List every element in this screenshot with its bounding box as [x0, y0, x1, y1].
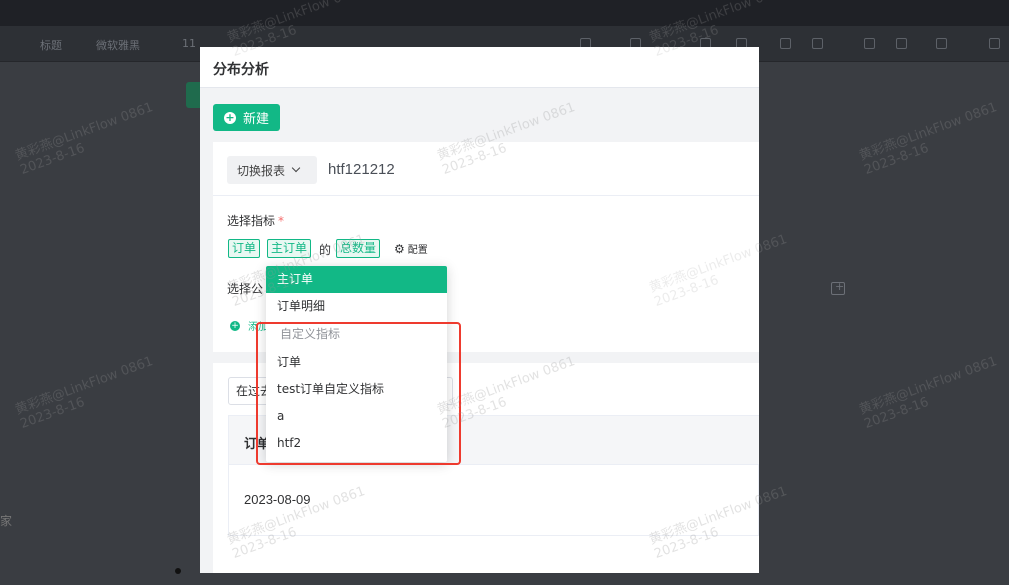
- toolbar-heading-select[interactable]: 标题: [40, 37, 62, 53]
- toolbar-font-select[interactable]: 微软雅黑: [96, 37, 140, 53]
- watermark: 黄彩燕@LinkFlow 0861 2023-8-16: [857, 100, 1000, 178]
- metric-tag-total-quantity[interactable]: 总数量: [336, 239, 381, 258]
- dropdown-item-order[interactable]: 订单: [266, 349, 447, 376]
- switch-report-label: 切换报表: [237, 163, 286, 178]
- dropdown-item-test-custom[interactable]: test订单自定义指标: [266, 376, 447, 403]
- plus-circle-icon: +: [224, 110, 236, 124]
- divider: [213, 195, 759, 196]
- switch-report-button[interactable]: 切换报表: [227, 156, 317, 184]
- bullet-icon: [175, 568, 181, 574]
- toolbar-format-icon[interactable]: [896, 38, 907, 49]
- report-name: htf121212: [328, 161, 395, 178]
- toolbar-indent-icon[interactable]: [780, 38, 791, 49]
- add-box-icon[interactable]: [831, 280, 845, 295]
- dropdown-item-htf2[interactable]: htf2: [266, 430, 447, 457]
- metric-tag-main-order[interactable]: 主订单: [267, 239, 312, 258]
- watermark: 黄彩燕@LinkFlow 0861 2023-8-16: [13, 100, 156, 178]
- config-button[interactable]: ⚙ 配置: [394, 241, 428, 257]
- metric-dropdown: 主订单 订单明细 自定义指标 订单 test订单自定义指标 a htf2: [266, 266, 447, 462]
- dropdown-item-a[interactable]: a: [266, 403, 447, 430]
- background-green-button: [186, 82, 200, 108]
- toolbar-chart-icon[interactable]: [864, 38, 875, 49]
- toolbar-page-icon[interactable]: [936, 38, 947, 49]
- app-top-bar: [0, 0, 1009, 26]
- dropdown-item-order-detail[interactable]: 订单明细: [266, 293, 447, 320]
- gear-icon: ⚙: [394, 241, 405, 256]
- chevron-down-icon: [291, 163, 301, 173]
- background-text: 家: [0, 514, 13, 528]
- config-label: 配置: [407, 245, 428, 256]
- add-formula-label: 添加: [248, 322, 268, 333]
- select-metric-label: 选择指标 *: [227, 214, 285, 228]
- dropdown-item-main-order[interactable]: 主订单: [266, 266, 447, 293]
- table-cell-date: 2023-08-09: [244, 492, 311, 507]
- watermark: 黄彩燕@LinkFlow 0861 2023-8-16: [13, 354, 156, 432]
- required-mark: *: [278, 214, 285, 228]
- dropdown-group-custom-metrics: 自定义指标: [280, 327, 341, 341]
- toolbar-size-select[interactable]: 11: [182, 37, 196, 50]
- toolbar-outdent-icon[interactable]: [812, 38, 823, 49]
- connector-text: 的: [319, 243, 332, 257]
- add-formula-link[interactable]: + 添加: [230, 318, 268, 333]
- dialog-header: 分布分析: [200, 47, 759, 88]
- new-button[interactable]: + 新建: [213, 104, 280, 131]
- watermark: 黄彩燕@LinkFlow 0861 2023-8-16: [857, 354, 1000, 432]
- new-button-label: 新建: [243, 112, 270, 127]
- toolbar-more-icon[interactable]: [989, 38, 1000, 49]
- plus-circle-icon: +: [230, 320, 240, 331]
- metric-tag-order[interactable]: 订单: [228, 239, 261, 258]
- select-formula-label: 选择公: [227, 282, 264, 296]
- dialog-title: 分布分析: [213, 62, 269, 78]
